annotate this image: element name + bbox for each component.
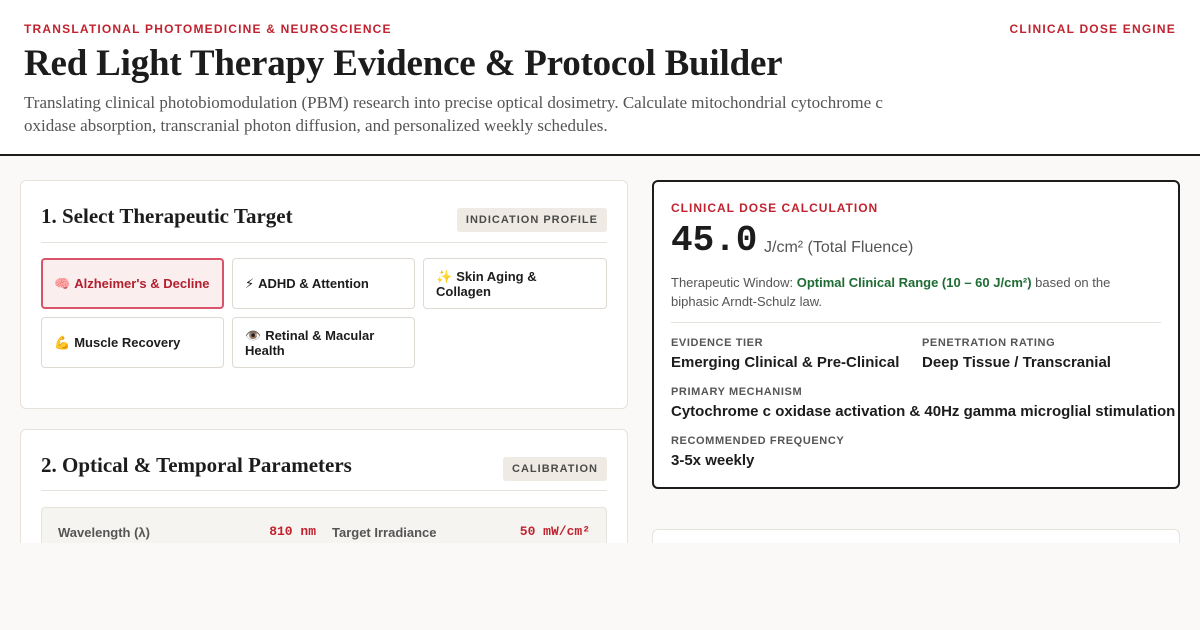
therapeutic-window-text: Therapeutic Window: Optimal Clinical Ran… (671, 273, 1161, 311)
sparkles-icon: ✨ (436, 268, 453, 284)
target-option-retinal[interactable]: 👁️ Retinal & Macular Health (232, 317, 415, 368)
schedule-card (652, 529, 1180, 543)
penetration-rating-label: PENETRATION RATING (922, 337, 1056, 349)
target-option-adhd[interactable]: ⚡ ADHD & Attention (232, 258, 415, 309)
recommended-frequency-value: 3-5x weekly (671, 452, 755, 469)
page-title: Red Light Therapy Evidence & Protocol Bu… (24, 43, 783, 84)
wavelength-label: Wavelength (λ) (58, 525, 150, 540)
parameters-section-title: 2. Optical & Temporal Parameters (41, 453, 352, 477)
engine-label: CLINICAL DOSE ENGINE (1009, 22, 1176, 36)
total-fluence-value: 45.0 (671, 220, 758, 261)
irradiance-label: Target Irradiance (332, 525, 437, 540)
indication-profile-tag: INDICATION PROFILE (456, 208, 607, 232)
target-section-title: 1. Select Therapeutic Target (41, 204, 293, 228)
therapeutic-window-range: Optimal Clinical Range (10 – 60 J/cm²) (796, 275, 1032, 290)
flexed-biceps-icon: 💪 (54, 335, 71, 350)
target-option-label: Muscle Recovery (74, 335, 181, 350)
parameters-panel: Wavelength (λ) 810 nm Target Irradiance … (41, 507, 607, 543)
target-option-label: ADHD & Attention (258, 276, 369, 291)
irradiance-value: 50 mW/cm² (519, 524, 590, 539)
target-option-text: ✨ Skin Aging & Collagen (436, 269, 594, 299)
eye-icon: 👁️ (245, 327, 262, 343)
penetration-rating-value: Deep Tissue / Transcranial (922, 354, 1111, 371)
evidence-tier-label: EVIDENCE TIER (671, 337, 764, 349)
target-card: 1. Select Therapeutic Target INDICATION … (20, 180, 628, 409)
therapeutic-window-prefix: Therapeutic Window: (671, 275, 797, 290)
parameters-card: 2. Optical & Temporal Parameters CALIBRA… (20, 429, 628, 543)
section-divider (41, 242, 607, 243)
page-subtitle: Translating clinical photobiomodulation … (24, 93, 883, 135)
evidence-tier-value: Emerging Clinical & Pre-Clinical (671, 354, 900, 371)
lightning-icon: ⚡ (245, 276, 255, 291)
dose-calculation-label: CLINICAL DOSE CALCULATION (671, 201, 879, 215)
target-option-alzheimers[interactable]: 🧠 Alzheimer's & Decline (41, 258, 224, 309)
target-option-label: Retinal & Macular Health (245, 327, 375, 358)
target-option-skin-aging[interactable]: ✨ Skin Aging & Collagen (423, 258, 607, 309)
dose-divider (671, 322, 1161, 323)
target-option-label: Alzheimer's & Decline (74, 276, 210, 291)
target-option-text: 👁️ Retinal & Macular Health (245, 328, 402, 358)
wavelength-value: 810 nm (269, 524, 316, 539)
target-option-muscle-recovery[interactable]: 💪 Muscle Recovery (41, 317, 224, 368)
page-header: TRANSLATIONAL PHOTOMEDICINE & NEUROSCIEN… (0, 0, 1200, 156)
primary-mechanism-label: PRIMARY MECHANISM (671, 386, 803, 398)
main-content: 1. Select Therapeutic Target INDICATION … (0, 156, 1200, 543)
total-fluence-unit: J/cm² (Total Fluence) (764, 239, 914, 256)
primary-mechanism-value: Cytochrome c oxidase activation & 40Hz g… (671, 403, 1176, 420)
header-eyebrow: TRANSLATIONAL PHOTOMEDICINE & NEUROSCIEN… (24, 22, 392, 36)
calibration-tag: CALIBRATION (503, 457, 607, 481)
recommended-frequency-label: RECOMMENDED FREQUENCY (671, 435, 845, 447)
brain-icon: 🧠 (54, 276, 71, 291)
dose-calculation-card: CLINICAL DOSE CALCULATION 45.0 J/cm² (To… (652, 180, 1180, 489)
section-divider (41, 490, 607, 491)
